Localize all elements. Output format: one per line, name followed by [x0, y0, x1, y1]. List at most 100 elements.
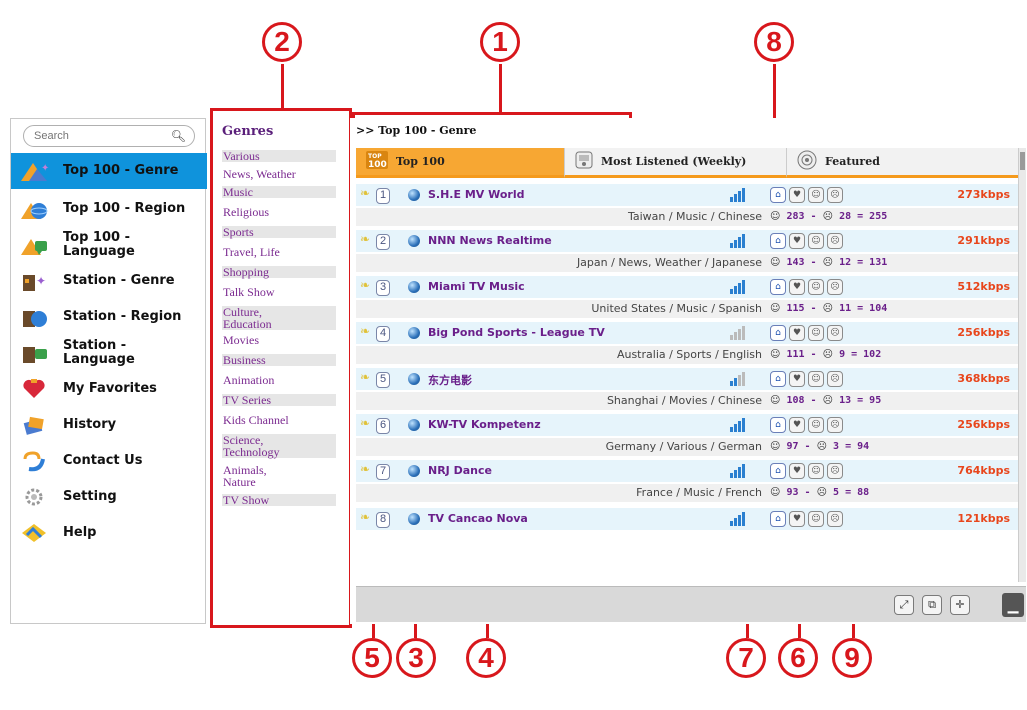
- home-button[interactable]: ⌂: [770, 463, 786, 479]
- sidebar-item-my-favorites[interactable]: My Favorites: [11, 371, 207, 407]
- bitrate: 291kbps: [957, 234, 1010, 247]
- scroll-thumb[interactable]: [1020, 152, 1025, 170]
- sidebar-item-top100-genre[interactable]: ✦ Top 100 - Genre: [11, 153, 207, 189]
- genre-item[interactable]: News, Weather: [222, 168, 336, 180]
- laurel-icon: ❧: [360, 462, 371, 476]
- sidebar-item-top100-language[interactable]: Top 100 - Language: [11, 227, 207, 263]
- station-row[interactable]: ❧ 7 NRJ Dance ⌂ ♥ ☺ ☹ 764kbps: [356, 460, 1018, 482]
- dislike-button[interactable]: ☹: [827, 233, 843, 249]
- fullscreen-button[interactable]: ⤢: [894, 595, 914, 615]
- signal-icon: [730, 372, 746, 386]
- dislike-button[interactable]: ☹: [827, 417, 843, 433]
- home-button[interactable]: ⌂: [770, 187, 786, 203]
- favorite-button[interactable]: ♥: [789, 463, 805, 479]
- home-button[interactable]: ⌂: [770, 325, 786, 341]
- tab-top100[interactable]: TOP 100 Top 100: [356, 148, 564, 178]
- home-button[interactable]: ⌂: [770, 233, 786, 249]
- favorite-button[interactable]: ♥: [789, 417, 805, 433]
- genre-item[interactable]: Shopping: [222, 266, 336, 278]
- sidebar-item-contact-us[interactable]: Contact Us: [11, 443, 207, 479]
- laurel-icon: ❧: [360, 416, 371, 430]
- genre-item[interactable]: TV Show: [222, 494, 336, 506]
- home-button[interactable]: ⌂: [770, 371, 786, 387]
- dislike-button[interactable]: ☹: [827, 187, 843, 203]
- genre-item[interactable]: Religious: [222, 206, 336, 218]
- genre-item[interactable]: Travel, Life: [222, 246, 336, 258]
- like-button[interactable]: ☺: [808, 279, 824, 295]
- dislike-button[interactable]: ☹: [827, 463, 843, 479]
- station-row[interactable]: ❧ 2 NNN News Realtime ⌂ ♥ ☺ ☹ 291kbps: [356, 230, 1018, 252]
- favorite-button[interactable]: ♥: [789, 279, 805, 295]
- dislike-button[interactable]: ☹: [827, 371, 843, 387]
- sidebar-item-setting[interactable]: Setting: [11, 479, 207, 515]
- search-input[interactable]: [34, 129, 164, 143]
- genre-item[interactable]: Sports: [222, 226, 336, 238]
- sidebar-item-top100-region[interactable]: Top 100 - Region: [11, 191, 207, 227]
- scrollbar[interactable]: [1018, 148, 1026, 582]
- station-name[interactable]: 东方电影: [428, 372, 472, 388]
- resize-button[interactable]: ⧉: [922, 595, 942, 615]
- sidebar-item-history[interactable]: History: [11, 407, 207, 443]
- signal-icon: [730, 464, 746, 478]
- sidebar-item-help[interactable]: Help: [11, 515, 207, 551]
- genre-item[interactable]: Movies: [222, 334, 336, 346]
- genre-item[interactable]: Animation: [222, 374, 336, 386]
- globe-icon: [408, 189, 420, 201]
- station-row[interactable]: ❧ 4 Big Pond Sports - League TV ⌂ ♥ ☺ ☹ 256k…: [356, 322, 1018, 344]
- genre-item[interactable]: Animals, Nature: [222, 464, 336, 488]
- station-name[interactable]: S.H.E MV World: [428, 188, 525, 201]
- favorite-button[interactable]: ♥: [789, 187, 805, 203]
- like-button[interactable]: ☺: [808, 417, 824, 433]
- home-button[interactable]: ⌂: [770, 511, 786, 527]
- favorite-button[interactable]: ♥: [789, 325, 805, 341]
- station-row[interactable]: ❧ 8 TV Cancao Nova ⌂ ♥ ☺ ☹ 121kbps: [356, 508, 1018, 530]
- genre-item[interactable]: Music: [222, 186, 336, 198]
- sidebar-item-station-genre[interactable]: ✦ Station - Genre: [11, 263, 207, 299]
- genre-item[interactable]: Talk Show: [222, 286, 336, 298]
- vote-summary: ☺ 93 - ☹ 5 = 88: [770, 487, 870, 498]
- minimize-button[interactable]: ▁: [1002, 593, 1024, 617]
- like-button[interactable]: ☺: [808, 233, 824, 249]
- like-button[interactable]: ☺: [808, 371, 824, 387]
- station-row[interactable]: ❧ 1 S.H.E MV World ⌂ ♥ ☺ ☹ 273kbps: [356, 184, 1018, 206]
- station-name[interactable]: KW-TV Kompetenz: [428, 418, 541, 431]
- sidebar-item-station-region[interactable]: Station - Region: [11, 299, 207, 335]
- genre-item[interactable]: Science, Technology: [222, 434, 336, 458]
- tab-featured[interactable]: Featured: [786, 148, 1018, 178]
- home-button[interactable]: ⌂: [770, 417, 786, 433]
- like-button[interactable]: ☺: [808, 187, 824, 203]
- home-button[interactable]: ⌂: [770, 279, 786, 295]
- top100-region-icon: [17, 195, 51, 223]
- search-box[interactable]: 🔍︎: [23, 125, 195, 147]
- move-button[interactable]: ✛: [950, 595, 970, 615]
- genre-item[interactable]: Culture, Education: [222, 306, 336, 330]
- dislike-button[interactable]: ☹: [827, 511, 843, 527]
- station-name[interactable]: Big Pond Sports - League TV: [428, 326, 605, 339]
- favorite-button[interactable]: ♥: [789, 371, 805, 387]
- station-row[interactable]: ❧ 3 Miami TV Music ⌂ ♥ ☺ ☹ 512kbps: [356, 276, 1018, 298]
- rank-badge: ❧ 5: [360, 370, 396, 388]
- station-name[interactable]: NRJ Dance: [428, 464, 492, 477]
- station-name[interactable]: TV Cancao Nova: [428, 512, 528, 525]
- dislike-button[interactable]: ☹: [827, 279, 843, 295]
- favorite-button[interactable]: ♥: [789, 233, 805, 249]
- like-button[interactable]: ☺: [808, 463, 824, 479]
- like-button[interactable]: ☺: [808, 325, 824, 341]
- station-name[interactable]: NNN News Realtime: [428, 234, 552, 247]
- search-icon[interactable]: 🔍︎: [171, 129, 186, 143]
- sidebar-item-station-language[interactable]: Station - Language: [11, 335, 207, 371]
- favorite-button[interactable]: ♥: [789, 511, 805, 527]
- genre-item[interactable]: Kids Channel: [222, 414, 336, 426]
- station-name[interactable]: Miami TV Music: [428, 280, 525, 293]
- gear-icon: [17, 483, 51, 511]
- like-button[interactable]: ☺: [808, 511, 824, 527]
- featured-icon: [797, 150, 817, 173]
- station-row[interactable]: ❧ 5 东方电影 ⌂ ♥ ☺ ☹ 368kbps: [356, 368, 1018, 390]
- genre-item[interactable]: Various: [222, 150, 336, 162]
- dislike-button[interactable]: ☹: [827, 325, 843, 341]
- rank-badge: ❧ 4: [360, 324, 396, 342]
- genre-item[interactable]: Business: [222, 354, 336, 366]
- tab-most-listened[interactable]: Most Listened (Weekly): [564, 148, 786, 178]
- station-row[interactable]: ❧ 6 KW-TV Kompetenz ⌂ ♥ ☺ ☹ 256kbps: [356, 414, 1018, 436]
- genre-item[interactable]: TV Series: [222, 394, 336, 406]
